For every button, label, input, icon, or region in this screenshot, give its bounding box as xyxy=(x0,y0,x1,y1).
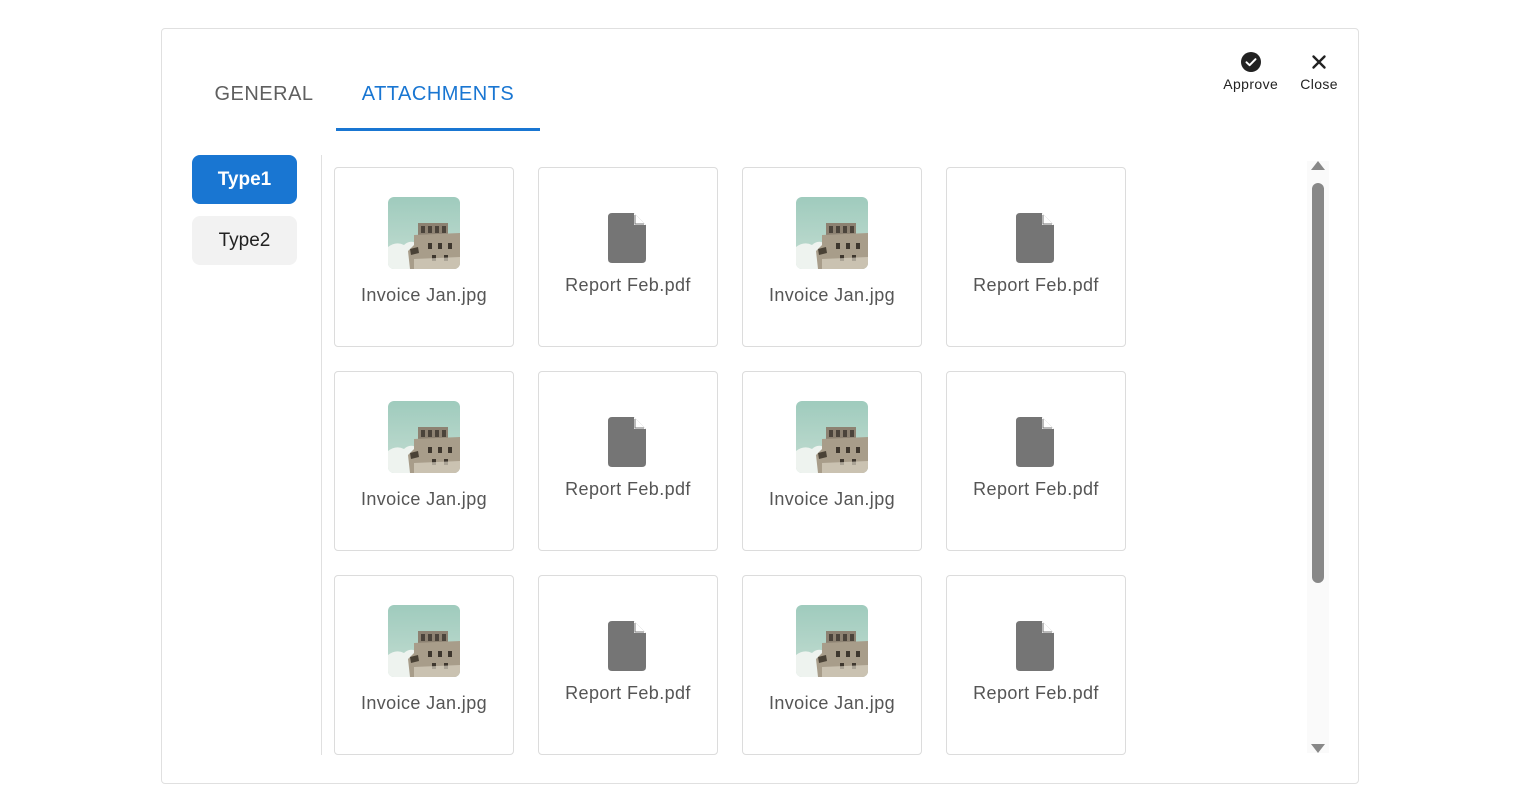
sidebar-item-type2[interactable]: Type2 xyxy=(192,216,297,265)
attachment-card[interactable]: Report Feb.pdf xyxy=(946,371,1126,551)
document-icon xyxy=(608,621,648,671)
check-circle-icon xyxy=(1240,51,1262,73)
tab-bar: GENERAL ATTACHMENTS xyxy=(192,69,540,131)
attachment-card[interactable]: Invoice Jan.jpg xyxy=(334,371,514,551)
approve-button[interactable]: Approve xyxy=(1223,51,1278,92)
attachment-name: Report Feb.pdf xyxy=(973,275,1099,295)
attachment-name: Report Feb.pdf xyxy=(565,275,691,295)
document-icon xyxy=(1016,213,1056,263)
attachment-name: Invoice Jan.jpg xyxy=(360,693,488,713)
attachment-name: Invoice Jan.jpg xyxy=(768,489,896,509)
attachment-name: Report Feb.pdf xyxy=(565,479,691,499)
close-icon xyxy=(1308,51,1330,73)
image-thumbnail xyxy=(796,197,868,269)
image-thumbnail xyxy=(796,605,868,677)
attachment-name: Invoice Jan.jpg xyxy=(360,489,488,509)
attachment-card[interactable]: Invoice Jan.jpg xyxy=(742,167,922,347)
attachment-card[interactable]: Report Feb.pdf xyxy=(946,167,1126,347)
document-icon xyxy=(608,213,648,263)
attachment-name: Report Feb.pdf xyxy=(973,683,1099,703)
attachment-card[interactable]: Report Feb.pdf xyxy=(538,167,718,347)
scroll-up-arrow[interactable] xyxy=(1311,161,1325,170)
attachment-card[interactable]: Invoice Jan.jpg xyxy=(334,167,514,347)
attachments-dialog: GENERAL ATTACHMENTS Approve Close Type1 … xyxy=(161,28,1359,784)
dialog-actions: Approve Close xyxy=(1223,51,1338,92)
close-button[interactable]: Close xyxy=(1300,51,1338,92)
attachment-card[interactable]: Invoice Jan.jpg xyxy=(334,575,514,755)
attachment-card[interactable]: Report Feb.pdf xyxy=(946,575,1126,755)
attachment-name: Report Feb.pdf xyxy=(973,479,1099,499)
document-icon xyxy=(608,417,648,467)
attachment-card[interactable]: Invoice Jan.jpg xyxy=(742,575,922,755)
attachment-name: Invoice Jan.jpg xyxy=(768,693,896,713)
attachment-card[interactable]: Report Feb.pdf xyxy=(538,575,718,755)
image-thumbnail xyxy=(388,197,460,269)
attachments-grid: Invoice Jan.jpg Report Feb.pdf Invoice J… xyxy=(334,167,1126,755)
image-thumbnail xyxy=(388,401,460,473)
image-thumbnail xyxy=(796,401,868,473)
attachment-name: Invoice Jan.jpg xyxy=(768,285,896,305)
tab-general[interactable]: GENERAL xyxy=(192,69,336,131)
document-icon xyxy=(1016,417,1056,467)
vertical-scrollbar[interactable] xyxy=(1307,161,1329,753)
type-sidebar: Type1 Type2 xyxy=(192,155,297,277)
attachment-card[interactable]: Invoice Jan.jpg xyxy=(742,371,922,551)
sidebar-item-type1[interactable]: Type1 xyxy=(192,155,297,204)
approve-label: Approve xyxy=(1223,76,1279,92)
tab-attachments[interactable]: ATTACHMENTS xyxy=(336,69,540,131)
scroll-down-arrow[interactable] xyxy=(1311,744,1325,753)
attachment-card[interactable]: Report Feb.pdf xyxy=(538,371,718,551)
attachment-name: Invoice Jan.jpg xyxy=(360,285,488,305)
scrollbar-thumb[interactable] xyxy=(1312,183,1324,583)
image-thumbnail xyxy=(388,605,460,677)
close-label: Close xyxy=(1300,76,1338,92)
sidebar-divider xyxy=(321,155,322,755)
document-icon xyxy=(1016,621,1056,671)
attachment-name: Report Feb.pdf xyxy=(565,683,691,703)
